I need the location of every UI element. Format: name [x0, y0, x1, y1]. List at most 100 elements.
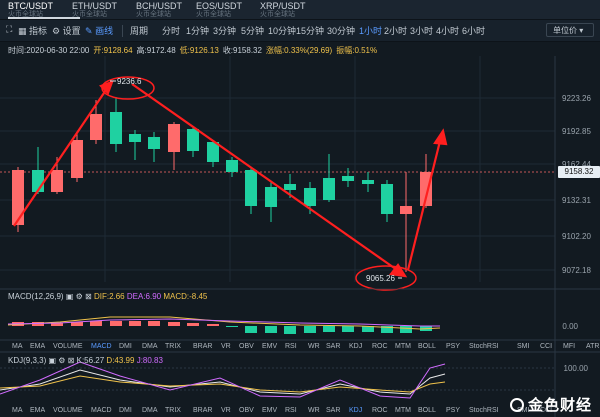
indicator-tab[interactable]: ROC: [372, 407, 388, 414]
interval-option[interactable]: 1分钟: [186, 24, 209, 37]
trend-arrow-up: [13, 86, 109, 227]
indicator-tab[interactable]: MTM: [395, 343, 411, 350]
indicator-tab[interactable]: EMV: [262, 407, 277, 414]
indicator-tab[interactable]: KDJ: [349, 343, 362, 350]
indicator-tab[interactable]: SAR: [326, 407, 340, 414]
indicator-tab[interactable]: MA: [12, 343, 23, 350]
macd-dif: DIF:2.66: [93, 292, 125, 301]
candle-body: [323, 178, 335, 200]
pair-tabs: BTC/USDT 火币全球站 ETH/USDT 火币全球站 BCH/USDT 火币全球站 E…: [0, 0, 600, 20]
indicator-tab[interactable]: MFI: [563, 343, 575, 350]
interval-option[interactable]: 30分钟: [327, 24, 355, 37]
interval-option[interactable]: 6小时: [462, 24, 485, 37]
indicator-tab[interactable]: EMV: [262, 343, 277, 350]
gear-icon: ⚙: [52, 26, 61, 36]
settings-icon[interactable]: ▣: [48, 356, 56, 365]
pair-tab[interactable]: EOS/USDT 火币全球站: [196, 1, 268, 18]
candle-body: [381, 184, 393, 214]
interval-option[interactable]: 2小时: [384, 24, 407, 37]
pair-exchange: 火币全球站: [72, 11, 107, 18]
pair-tab[interactable]: XRP/USDT 火币全球站: [260, 1, 332, 18]
indicator-tab[interactable]: DMI: [119, 407, 132, 414]
indicator-tab[interactable]: KDJ: [349, 407, 362, 414]
watermark-text: 金色财经: [527, 397, 592, 414]
interval-option[interactable]: 5分钟: [241, 24, 264, 37]
macd-bar: [400, 326, 412, 333]
indicator-tab[interactable]: DMA: [142, 407, 158, 414]
indicator-tab[interactable]: DMA: [142, 343, 158, 350]
indicator-tab[interactable]: EMA: [30, 407, 45, 414]
interval-option[interactable]: 3分钟: [213, 24, 236, 37]
indicator-tab[interactable]: OBV: [239, 343, 254, 350]
indicator-tab[interactable]: WR: [308, 343, 320, 350]
pair-exchange: 火币全球站: [8, 11, 43, 18]
price-tick-label: 9132.31: [562, 196, 591, 205]
close-icon[interactable]: ⊠: [68, 356, 75, 365]
interval-option[interactable]: 1小时: [359, 24, 382, 37]
interval-option[interactable]: 3小时: [410, 24, 433, 37]
indicator-tab[interactable]: SMI: [517, 343, 529, 350]
price-type-value: 单位价: [553, 26, 577, 35]
candle-body: [342, 176, 354, 181]
pair-tab[interactable]: BTC/USDT 火币全球站: [8, 1, 80, 19]
high-price-label: 9236.6: [117, 77, 142, 86]
indicator-tab[interactable]: VR: [221, 343, 231, 350]
pencil-icon: ✎: [85, 26, 93, 36]
candle-body: [284, 184, 296, 190]
indicator-tab[interactable]: CCI: [540, 343, 552, 350]
settings-icon[interactable]: ▣: [66, 292, 74, 301]
indicator-tab[interactable]: ROC: [372, 343, 388, 350]
indicator-tab[interactable]: MTM: [395, 407, 411, 414]
interval-option[interactable]: 4小时: [436, 24, 459, 37]
indicator-tab[interactable]: DMI: [119, 343, 132, 350]
indicator-tab[interactable]: VR: [221, 407, 231, 414]
indicator-tab[interactable]: StochRSI: [469, 407, 499, 414]
indicator-tab[interactable]: RSI: [285, 343, 297, 350]
indicator-tab[interactable]: BOLL: [418, 343, 436, 350]
price-type-select[interactable]: 单位价 ▾: [546, 23, 594, 37]
indicator-tab[interactable]: ATR: [586, 343, 599, 350]
indicator-tab[interactable]: BRAR: [193, 343, 212, 350]
interval-option[interactable]: 分时: [162, 24, 180, 37]
price-tick-label: 9223.26: [562, 94, 591, 103]
indicator-tab[interactable]: SAR: [326, 343, 340, 350]
indicator-tab[interactable]: PSY: [446, 407, 460, 414]
indicator-tab[interactable]: OBV: [239, 407, 254, 414]
indicator-tab[interactable]: BRAR: [193, 407, 212, 414]
macd-title: MACD(12,26,9): [8, 292, 64, 301]
indicator-tab[interactable]: VOLUME: [53, 343, 83, 350]
indicator-tab[interactable]: StochRSI: [469, 343, 499, 350]
indicator-tab[interactable]: MA: [12, 407, 23, 414]
candle-body: [265, 187, 277, 207]
indicator-tab[interactable]: MACD: [91, 343, 112, 350]
candle-body: [148, 137, 160, 149]
indicator-tab[interactable]: MACD: [91, 407, 112, 414]
pair-tab[interactable]: ETH/USDT 火币全球站: [72, 1, 144, 18]
pair-name: ETH/USDT: [72, 1, 117, 11]
indicator-button[interactable]: ▦ 指标: [18, 24, 47, 37]
indicator-tab[interactable]: VOLUME: [53, 407, 83, 414]
candle-body: [245, 170, 257, 206]
macd-bar: [129, 321, 141, 326]
interval-option[interactable]: 10分钟: [268, 24, 296, 37]
indicator-tab[interactable]: EMA: [30, 343, 45, 350]
draw-button[interactable]: ✎ 画线: [85, 24, 113, 37]
gear-icon[interactable]: ⚙: [76, 292, 83, 301]
indicator-tab[interactable]: WR: [308, 407, 320, 414]
fullscreen-icon[interactable]: ⛶: [6, 24, 12, 35]
indicator-tab[interactable]: PSY: [446, 343, 460, 350]
indicator-tab[interactable]: TRIX: [165, 343, 181, 350]
macd-header: MACD(12,26,9) ▣ ⚙ ⊠ DIF:2.66 DEA:6.90 MA…: [8, 292, 207, 301]
macd-bar: [168, 322, 180, 326]
indicator-tab[interactable]: TRIX: [165, 407, 181, 414]
close-icon[interactable]: ⊠: [85, 292, 92, 301]
gear-icon[interactable]: ⚙: [58, 356, 65, 365]
indicator-tab[interactable]: BOLL: [418, 407, 436, 414]
kdj-title: KDJ(9,3,3): [8, 356, 47, 365]
macd-bar: [342, 326, 354, 332]
indicator-tab[interactable]: RSI: [285, 407, 297, 414]
chart-area[interactable]: 时间:2020-06-30 22:00 开:9128.64 高:9172.48 低:9…: [0, 42, 600, 417]
interval-option[interactable]: 15分钟: [296, 24, 324, 37]
settings-button[interactable]: ⚙ 设置: [52, 24, 81, 37]
kdj-header: KDJ(9,3,3) ▣ ⚙ ⊠ K:56.27 D:43.99 J:80.83: [8, 356, 163, 365]
